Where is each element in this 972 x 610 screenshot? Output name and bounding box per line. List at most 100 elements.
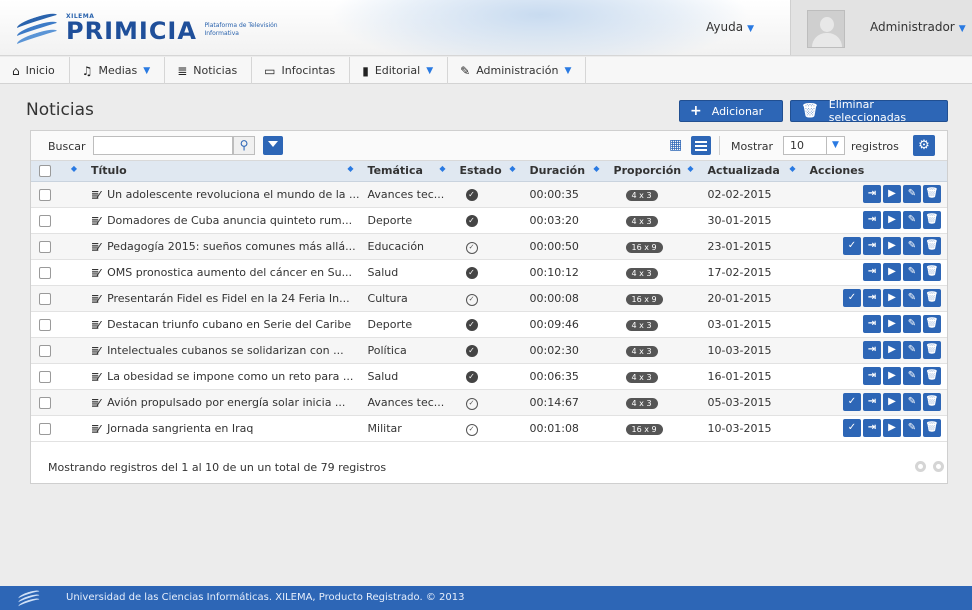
delete-button[interactable]: 🗑 (923, 315, 941, 333)
delete-button[interactable]: 🗑 (923, 237, 941, 255)
assign-button[interactable]: ⇥ (863, 367, 881, 385)
sort-icon[interactable]: ◆ (347, 164, 353, 173)
assign-button[interactable]: ⇥ (863, 289, 881, 307)
grid-view-icon[interactable]: ▦ (669, 137, 685, 153)
approve-button[interactable]: ✓ (843, 419, 861, 437)
col-topic[interactable]: Temática ◆ (359, 161, 452, 182)
play-button[interactable]: ▶ (883, 289, 901, 307)
assign-button[interactable]: ⇥ (863, 393, 881, 411)
search-input[interactable] (93, 136, 233, 155)
title-cell[interactable]: ≣⁄ Intelectuales cubanos se solidarizan c… (83, 337, 360, 364)
assign-button[interactable]: ⇥ (863, 341, 881, 359)
title-cell[interactable]: ≣⁄ Presentarán Fidel es Fidel en la 24 Fe… (83, 285, 360, 312)
pager-prev-icon[interactable] (915, 461, 926, 472)
row-checkbox[interactable] (39, 422, 51, 435)
title-cell[interactable]: ≣⁄ Un adolescente revoluciona el mundo de… (83, 181, 360, 208)
row-checkbox[interactable] (39, 188, 51, 201)
row-checkbox[interactable] (39, 370, 51, 383)
avatar[interactable] (807, 10, 845, 48)
play-button[interactable]: ▶ (883, 341, 901, 359)
assign-button[interactable]: ⇥ (863, 237, 881, 255)
play-button[interactable]: ▶ (883, 315, 901, 333)
sort-icon[interactable]: ◆ (439, 164, 445, 173)
select-all-header[interactable]: ◆ (31, 161, 83, 182)
title-cell[interactable]: ≣⁄ OMS pronostica aumento del cáncer en S… (83, 259, 360, 286)
table-row[interactable]: ≣⁄ Pedagogía 2015: sueños comunes más all… (31, 233, 947, 260)
nav-item-4[interactable]: ▮ Editorial ▼ (350, 57, 449, 84)
edit-button[interactable]: ✎ (903, 419, 921, 437)
col-duration[interactable]: Duración ◆ (521, 161, 606, 182)
sort-icon[interactable]: ◆ (593, 164, 599, 173)
delete-selected-button[interactable]: 🗑 Eliminar seleccionadas (790, 98, 948, 124)
col-state[interactable]: Estado ◆ (451, 161, 522, 182)
brand-logo[interactable]: XILEMA PRIMICIA Plataforma de Televisión… (14, 10, 284, 49)
delete-button[interactable]: 🗑 (923, 185, 941, 203)
add-button[interactable]: + Adicionar (679, 100, 783, 122)
table-row[interactable]: ≣⁄ Presentarán Fidel es Fidel en la 24 Fe… (31, 285, 947, 312)
edit-button[interactable]: ✎ (903, 237, 921, 255)
title-cell[interactable]: ≣⁄ Pedagogía 2015: sueños comunes más all… (83, 233, 360, 260)
select-all-checkbox[interactable] (39, 165, 51, 178)
search-icon[interactable]: ⚲ (233, 136, 255, 155)
delete-button[interactable]: 🗑 (923, 367, 941, 385)
table-row[interactable]: ≣⁄ OMS pronostica aumento del cáncer en S… (31, 259, 947, 286)
play-button[interactable]: ▶ (883, 237, 901, 255)
approve-button[interactable]: ✓ (843, 393, 861, 411)
edit-button[interactable]: ✎ (903, 289, 921, 307)
row-checkbox[interactable] (39, 214, 51, 227)
row-checkbox[interactable] (39, 292, 51, 305)
edit-button[interactable]: ✎ (903, 211, 921, 229)
play-button[interactable]: ▶ (883, 367, 901, 385)
edit-button[interactable]: ✎ (903, 263, 921, 281)
page-size-select[interactable]: 10 ▼ (783, 136, 845, 155)
delete-button[interactable]: 🗑 (923, 419, 941, 437)
table-row[interactable]: ≣⁄ Intelectuales cubanos se solidarizan c… (31, 337, 947, 364)
delete-button[interactable]: 🗑 (923, 211, 941, 229)
edit-button[interactable]: ✎ (903, 341, 921, 359)
nav-item-2[interactable]: ≣ Noticias (165, 57, 253, 84)
assign-button[interactable]: ⇥ (863, 263, 881, 281)
sort-icon[interactable]: ◆ (789, 164, 795, 173)
filter-icon[interactable] (263, 136, 283, 155)
sort-icon[interactable]: ◆ (71, 164, 77, 173)
help-menu[interactable]: Ayuda ▼ (706, 20, 754, 34)
delete-button[interactable]: 🗑 (923, 289, 941, 307)
play-button[interactable]: ▶ (883, 393, 901, 411)
title-cell[interactable]: ≣⁄ Domadores de Cuba anuncia quinteto rum… (83, 207, 360, 234)
table-row[interactable]: ≣⁄ Un adolescente revoluciona el mundo de… (31, 181, 947, 208)
delete-button[interactable]: 🗑 (923, 263, 941, 281)
delete-button[interactable]: 🗑 (923, 393, 941, 411)
nav-item-3[interactable]: ▭ Infocintas (252, 57, 351, 84)
table-row[interactable]: ≣⁄ Destacan triunfo cubano en Serie del C… (31, 311, 947, 338)
approve-button[interactable]: ✓ (843, 237, 861, 255)
list-view-icon[interactable] (691, 136, 711, 155)
row-checkbox[interactable] (39, 266, 51, 279)
sort-icon[interactable]: ◆ (509, 164, 515, 173)
table-row[interactable]: ≣⁄ La obesidad se impone como un reto par… (31, 363, 947, 390)
title-cell[interactable]: ≣⁄ Jornada sangrienta en Iraq (83, 415, 360, 442)
play-button[interactable]: ▶ (883, 419, 901, 437)
edit-button[interactable]: ✎ (903, 367, 921, 385)
col-title[interactable]: Título ◆ (83, 161, 360, 182)
assign-button[interactable]: ⇥ (863, 315, 881, 333)
nav-item-5[interactable]: ✎ Administración ▼ (448, 57, 587, 84)
sort-icon[interactable]: ◆ (687, 164, 693, 173)
play-button[interactable]: ▶ (883, 263, 901, 281)
table-row[interactable]: ≣⁄ Domadores de Cuba anuncia quinteto rum… (31, 207, 947, 234)
nav-item-0[interactable]: ⌂ Inicio (0, 57, 70, 84)
title-cell[interactable]: ≣⁄ La obesidad se impone como un reto par… (83, 363, 360, 390)
title-cell[interactable]: ≣⁄ Destacan triunfo cubano en Serie del C… (83, 311, 360, 338)
edit-button[interactable]: ✎ (903, 185, 921, 203)
row-checkbox[interactable] (39, 344, 51, 357)
table-row[interactable]: ≣⁄ Avión propulsado por energía solar ini… (31, 389, 947, 416)
col-updated[interactable]: Actualizada ◆ (699, 161, 802, 182)
row-checkbox[interactable] (39, 318, 51, 331)
col-ratio[interactable]: Proporción ◆ (605, 161, 700, 182)
edit-button[interactable]: ✎ (903, 393, 921, 411)
row-checkbox[interactable] (39, 240, 51, 253)
user-menu[interactable]: Administrador ▼ (870, 20, 966, 34)
assign-button[interactable]: ⇥ (863, 211, 881, 229)
title-cell[interactable]: ≣⁄ Avión propulsado por energía solar ini… (83, 389, 360, 416)
play-button[interactable]: ▶ (883, 211, 901, 229)
edit-button[interactable]: ✎ (903, 315, 921, 333)
